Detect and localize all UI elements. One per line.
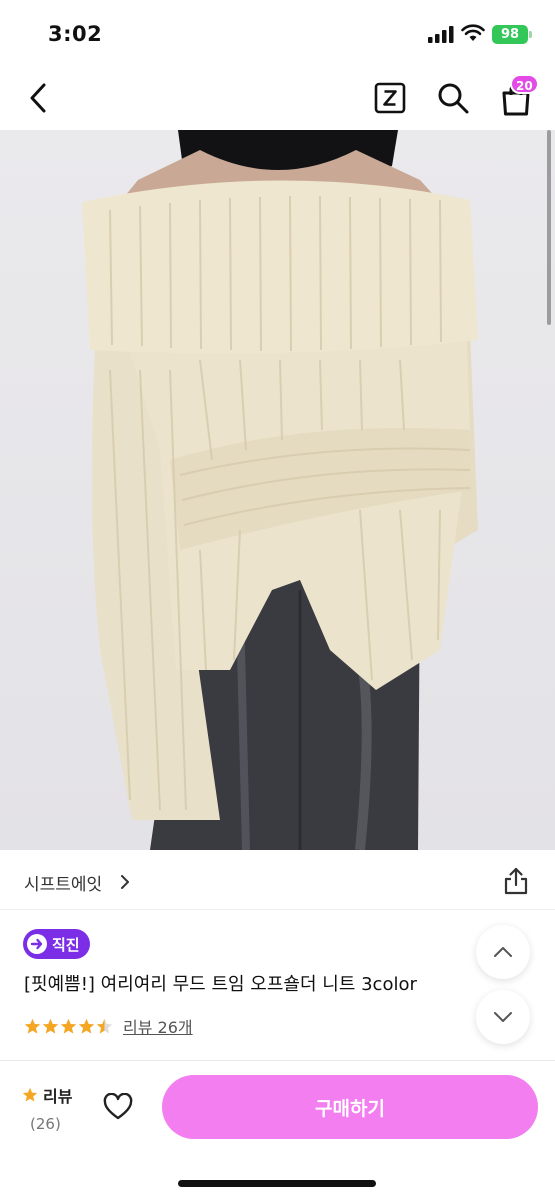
home-indicator [178,1180,376,1187]
nav-bar: 20 [0,66,555,130]
direct-arrow-icon [27,934,47,954]
star-icon [22,1087,38,1102]
search-icon[interactable] [436,81,470,115]
review-summary[interactable]: 리뷰 (26) [22,1083,72,1133]
rating-star-icon [78,1018,95,1033]
scrollbar[interactable] [547,130,551,325]
rating-star-icon [96,1018,113,1033]
product-image[interactable] [0,130,555,850]
seller-name[interactable]: 시프트에잇 [24,870,102,895]
buy-button[interactable]: 구매하기 [162,1075,538,1139]
rating-star-icon [24,1018,41,1033]
heart-icon[interactable] [103,1093,133,1121]
review-count: (26) [30,1115,61,1133]
z-logo-icon[interactable] [374,81,406,115]
product-title: [핏예쁨!] 여리여리 무드 트임 오프숄더 니트 3color [24,974,417,995]
share-icon[interactable] [502,866,530,896]
rating-star-icon [60,1018,77,1033]
wifi-icon [461,24,485,41]
review-label: 리뷰 [43,1087,73,1106]
rating-row: 리뷰 26개 [24,1014,193,1038]
scroll-down-button[interactable] [476,990,530,1044]
signal-icon [428,26,454,43]
chevron-up-icon [494,947,512,957]
product-photo-illustration [82,130,478,850]
bottom-action-bar: 리뷰 (26) 구매하기 [0,1060,555,1200]
back-icon[interactable] [24,80,54,116]
direct-badge-label: 직진 [52,935,80,954]
seller-row[interactable]: 시프트에잇 [0,852,555,910]
battery-indicator: 98 [492,25,532,44]
rating-stars [24,1018,113,1035]
review-count-link[interactable]: 리뷰 26개 [123,1014,193,1038]
cart-button[interactable]: 20 [498,74,539,118]
cart-count-badge: 20 [510,74,539,94]
chevron-right-icon [121,875,129,889]
status-time: 3:02 [48,22,103,46]
scroll-up-button[interactable] [476,925,530,979]
direct-delivery-badge: 직진 [23,929,90,959]
status-bar: 3:02 98 [0,0,555,66]
rating-star-icon [42,1018,59,1033]
chevron-down-icon [494,1012,512,1022]
